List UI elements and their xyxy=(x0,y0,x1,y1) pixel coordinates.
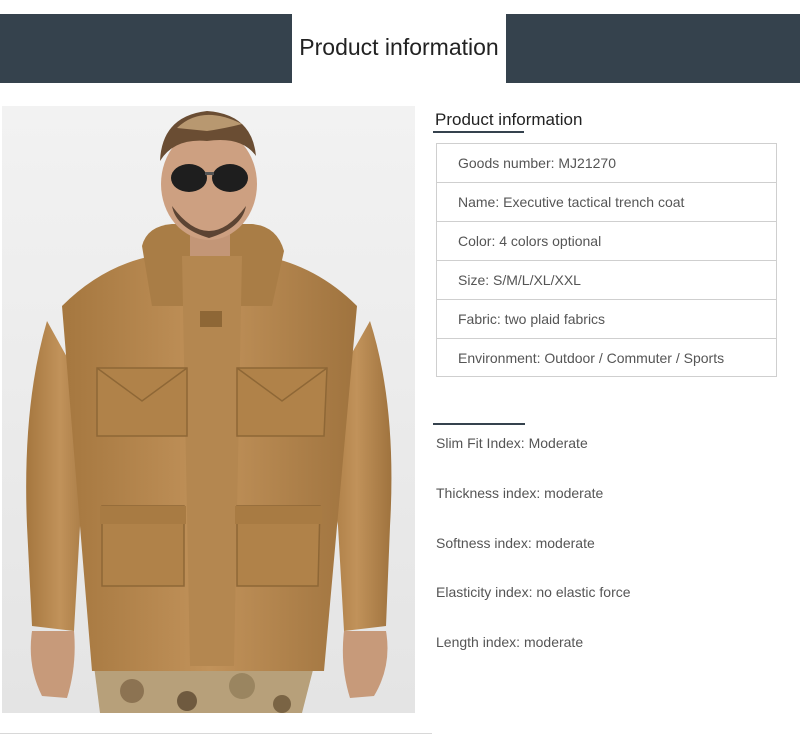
spec-row-size: Size: S/M/L/XL/XXL xyxy=(437,261,776,300)
index-elasticity: Elasticity index: no elastic force xyxy=(436,584,631,601)
index-slim-fit: Slim Fit Index: Moderate xyxy=(436,435,588,451)
index-length: Length index: moderate xyxy=(436,634,584,651)
spec-row-color: Color: 4 colors optional xyxy=(437,222,776,261)
spec-row-environment: Environment: Outdoor / Commuter / Sports xyxy=(437,339,776,377)
spec-row-goods-number: Goods number: MJ21270 xyxy=(437,144,776,183)
index-underline xyxy=(433,423,525,425)
index-thickness: Thickness index: moderate xyxy=(436,484,604,501)
spec-row-fabric: Fabric: two plaid fabrics xyxy=(437,300,776,339)
divider-line xyxy=(0,733,432,734)
index-list: Slim Fit Index: Moderate Thickness index… xyxy=(436,434,631,683)
index-softness: Softness index: moderate xyxy=(436,534,595,551)
spec-table: Goods number: MJ21270 Name: Executive ta… xyxy=(436,143,777,377)
section-heading: Product information xyxy=(435,110,583,129)
banner-bar-left xyxy=(0,14,292,83)
product-photo xyxy=(2,106,415,713)
banner-bar-right xyxy=(506,14,800,83)
banner-title: Product information xyxy=(299,34,499,60)
spec-row-name: Name: Executive tactical trench coat xyxy=(437,183,776,222)
heading-underline xyxy=(433,131,524,133)
